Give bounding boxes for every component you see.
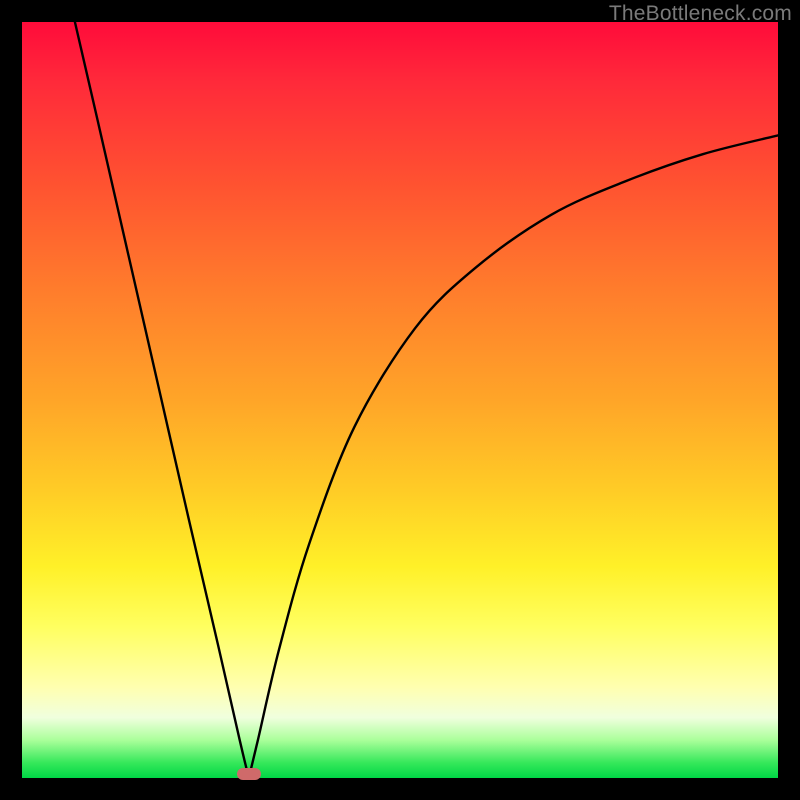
curve-path (75, 22, 778, 778)
minimum-marker (237, 768, 261, 780)
bottleneck-curve (22, 22, 778, 778)
chart-frame (22, 22, 778, 778)
